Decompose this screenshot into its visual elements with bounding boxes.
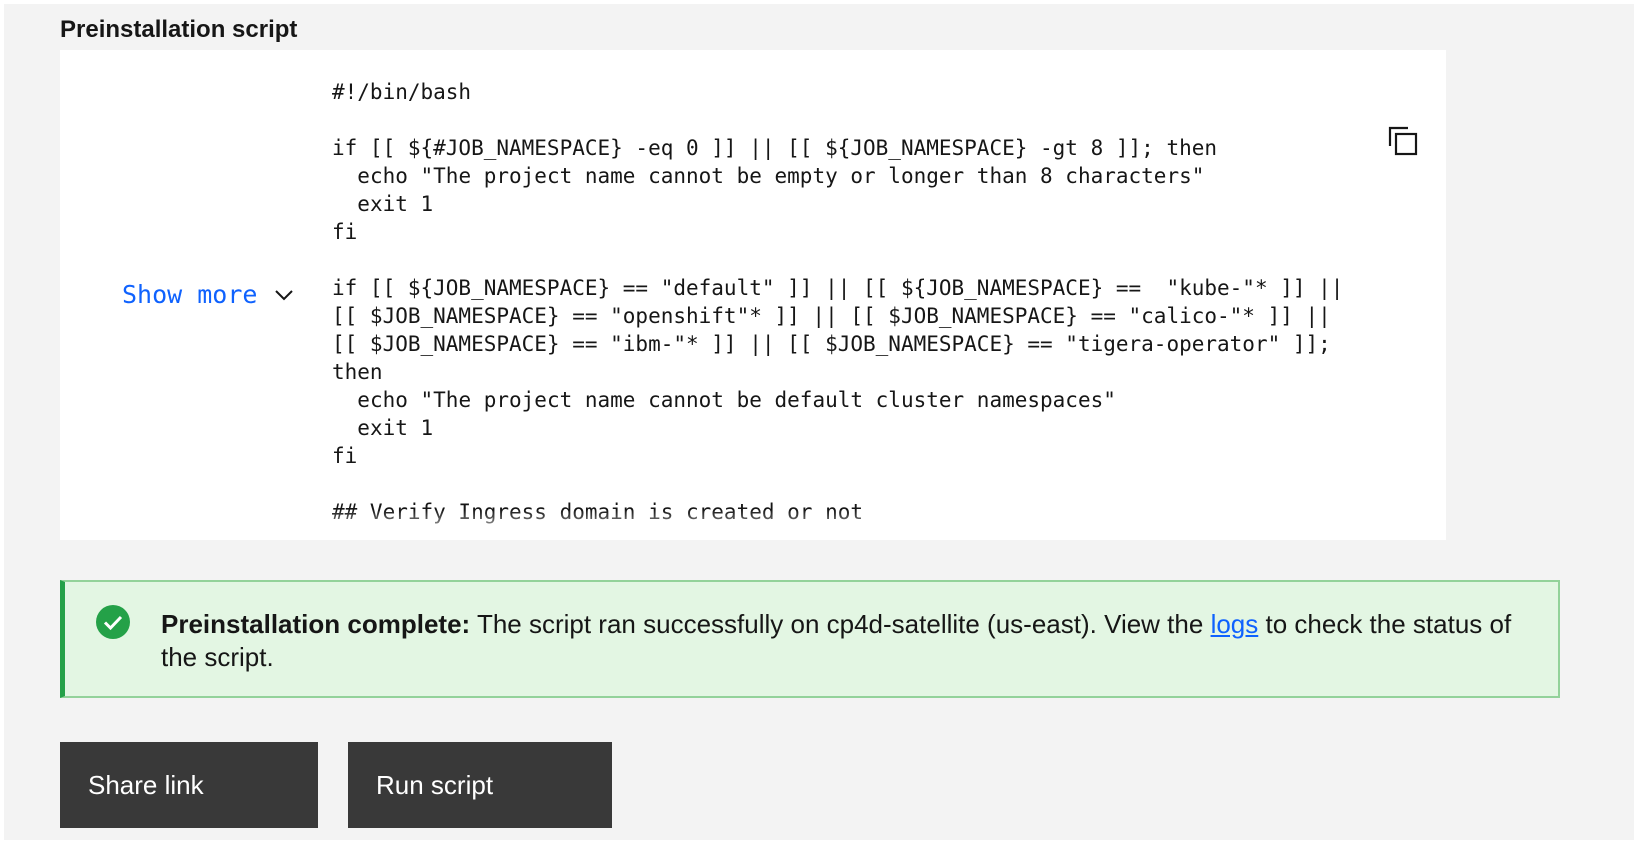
share-link-button[interactable]: Share link [60,742,318,828]
chevron-down-icon [275,289,294,300]
code-snippet-panel: Show more #!/bin/bash if [[ ${#JOB_NAMES… [60,50,1446,540]
logs-link[interactable]: logs [1211,609,1259,639]
section-title: Preinstallation script [60,16,298,43]
run-script-button[interactable]: Run script [348,742,612,828]
show-more-label: Show more [122,280,258,309]
preinstallation-page: Preinstallation script Show more #!/bin/… [4,4,1634,840]
success-notification: Preinstallation complete: The script ran… [60,580,1560,698]
notification-text-before-link: The script ran successfully on cp4d-sate… [470,609,1211,639]
notification-message: Preinstallation complete: The script ran… [161,608,1531,674]
copy-button[interactable] [1386,124,1420,158]
notification-title: Preinstallation complete: [161,609,471,639]
code-block: #!/bin/bash if [[ ${#JOB_NAMESPACE} -eq … [332,80,1344,524]
show-more-button[interactable]: Show more [122,280,295,309]
copy-icon [1388,126,1418,156]
checkmark-filled-icon [96,605,130,639]
